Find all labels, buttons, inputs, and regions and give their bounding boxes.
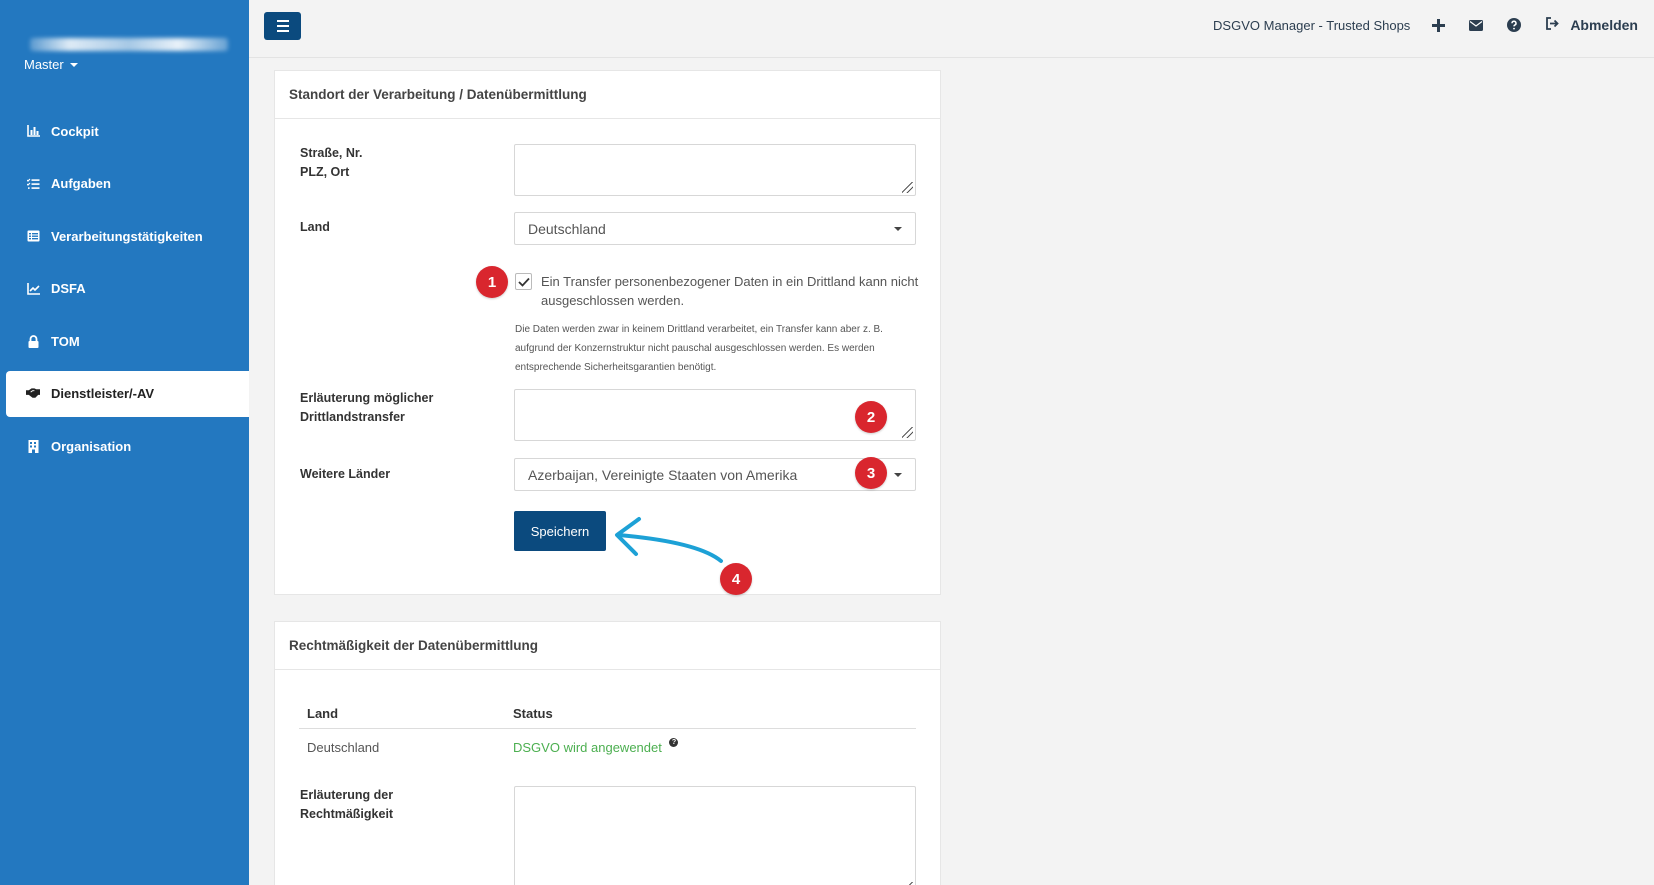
chevron-down-icon	[894, 473, 902, 477]
sign-out-icon	[1545, 17, 1560, 33]
sidebar-item-label: Cockpit	[51, 123, 99, 139]
help-icon[interactable]: ?	[669, 737, 679, 747]
sidebar-item-organisation[interactable]: Organisation	[0, 423, 249, 469]
topbar-divider	[249, 57, 1654, 58]
user-email-blurred	[30, 38, 228, 51]
annotation-badge-4: 4	[720, 563, 752, 595]
sidebar-item-label: DSFA	[51, 281, 86, 296]
line-chart-icon	[26, 282, 40, 296]
chevron-down-icon	[894, 227, 902, 231]
third-country-help-text: Die Daten werden zwar in keinem Drittlan…	[515, 324, 883, 373]
panel-title: Standort der Verarbeitung / Datenübermit…	[275, 71, 940, 119]
table-row: Deutschland DSGVO wird angewendet ?	[299, 729, 916, 765]
legality-table: Land Status Deutschland DSGVO wird angew…	[299, 699, 916, 765]
menu-toggle-button[interactable]	[264, 12, 301, 40]
street-label: Straße, Nr. PLZ, Ort	[300, 146, 363, 179]
resize-handle-icon[interactable]	[902, 182, 913, 193]
hamburger-icon	[276, 20, 289, 22]
sidebar-item-tom[interactable]: TOM	[0, 318, 249, 364]
topbar-right: DSGVO Manager - Trusted Shops Abmelden	[1213, 17, 1638, 33]
account-name: Master	[24, 57, 64, 72]
country-select[interactable]: Deutschland	[514, 212, 916, 245]
sidebar-item-dienstleister[interactable]: Dienstleister/-AV	[6, 370, 249, 417]
annotation-badge-2: 2	[855, 401, 887, 433]
explanation-label: Erläuterung möglicher Drittlandstransfer	[300, 391, 434, 424]
legality-panel: Rechtmäßigkeit der Datenübermittlung Lan…	[274, 621, 941, 885]
sidebar-item-label: Aufgaben	[51, 176, 111, 191]
lock-icon	[26, 334, 40, 348]
legality-explanation-label: Erläuterung der Rechtmäßigkeit	[300, 788, 394, 821]
more-countries-value: Azerbaijan, Vereinigte Staaten von Ameri…	[528, 466, 798, 483]
more-countries-label: Weitere Länder	[300, 467, 391, 481]
task-list-icon	[26, 177, 40, 191]
sidebar-nav: Cockpit Aufgaben Verarbeitungstätigkeite…	[0, 108, 249, 476]
legality-explanation-textarea[interactable]	[514, 786, 916, 885]
column-header-country: Land	[307, 706, 339, 721]
question-circle-icon[interactable]	[1507, 18, 1522, 32]
app-title: DSGVO Manager - Trusted Shops	[1213, 17, 1411, 33]
account-switcher[interactable]: Master	[24, 57, 78, 72]
street-address-textarea[interactable]	[514, 144, 916, 196]
third-country-checkbox[interactable]	[515, 273, 532, 290]
sidebar-item-label: Dienstleister/-AV	[51, 386, 155, 401]
sidebar-item-label: Organisation	[51, 438, 132, 454]
sidebar-item-cockpit[interactable]: Cockpit	[0, 108, 249, 154]
row-status: DSGVO wird angewendet ?	[505, 737, 916, 755]
resize-handle-icon[interactable]	[902, 427, 913, 438]
logout-label: Abmelden	[1570, 17, 1638, 33]
sidebar-item-dsfa[interactable]: DSFA	[0, 266, 249, 312]
save-button[interactable]: Speichern	[514, 511, 606, 551]
table-list-icon	[26, 229, 40, 243]
country-select-value: Deutschland	[528, 220, 606, 237]
bar-chart-icon	[26, 124, 40, 138]
annotation-badge-1: 1	[476, 266, 508, 298]
sidebar-item-aufgaben[interactable]: Aufgaben	[0, 161, 249, 207]
plus-icon[interactable]	[1432, 18, 1446, 32]
envelope-icon[interactable]	[1469, 19, 1484, 31]
pointer-arrow	[615, 517, 723, 563]
chevron-down-icon	[69, 62, 78, 67]
handshake-icon	[26, 387, 40, 401]
table-header-row: Land Status	[299, 699, 916, 729]
building-icon	[26, 439, 40, 453]
annotation-badge-3: 3	[855, 457, 887, 489]
sidebar-item-verarbeitungstaetigkeiten[interactable]: Verarbeitungstätigkeiten	[0, 213, 249, 259]
row-country: Deutschland	[307, 739, 380, 755]
third-country-checkbox-label: Ein Transfer personenbezogener Daten in …	[541, 274, 919, 308]
panel-title: Rechtmäßigkeit der Datenübermittlung	[275, 622, 940, 670]
logout-button[interactable]: Abmelden	[1545, 17, 1638, 33]
checkmark-icon	[517, 277, 530, 287]
sidebar-item-label: Verarbeitungstätigkeiten	[51, 228, 203, 244]
location-panel: Standort der Verarbeitung / Datenübermit…	[274, 70, 941, 595]
country-label: Land	[300, 220, 330, 234]
column-header-status: Status	[513, 706, 553, 721]
status-text: DSGVO wird angewendet	[513, 739, 662, 755]
sidebar-item-label: TOM	[51, 333, 80, 349]
sidebar: Master Cockpit Aufgaben Verarbeitungstät…	[0, 0, 249, 885]
